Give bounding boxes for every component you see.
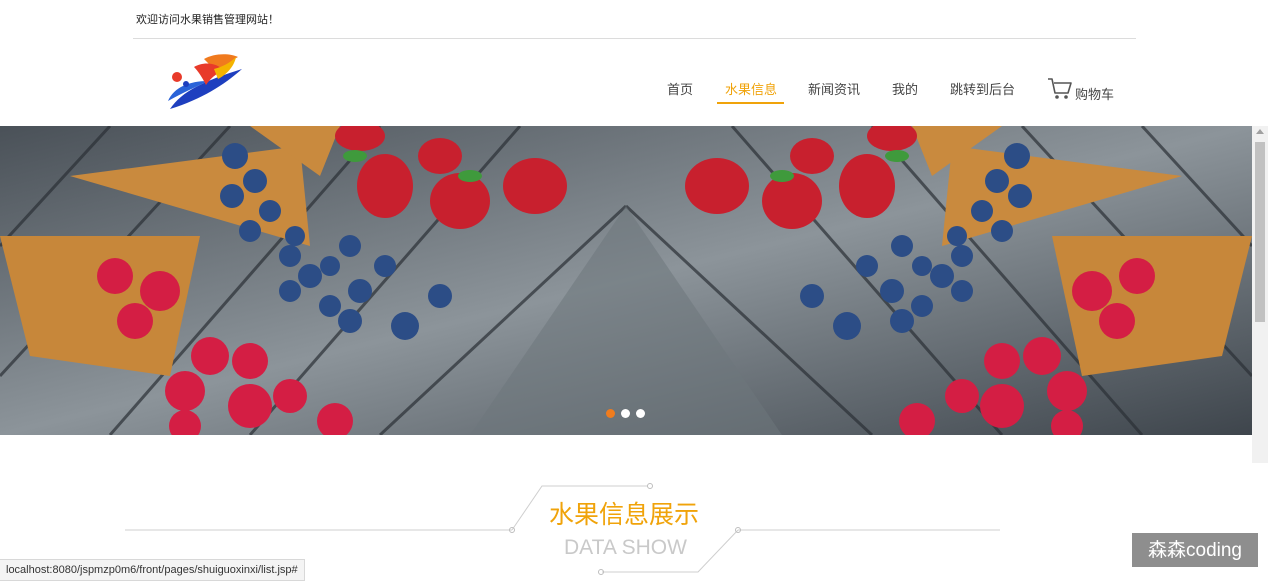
nav-item-news[interactable]: 新闻资讯 [808, 79, 860, 98]
browser-status-url: localhost:8080/jspmzp0m6/front/pages/shu… [0, 559, 305, 581]
nav-item-home[interactable]: 首页 [667, 79, 693, 98]
banner-image [0, 126, 1252, 435]
cart-label: 购物车 [1075, 88, 1115, 103]
scroll-up-arrow-icon[interactable] [1256, 129, 1264, 134]
carousel-dot-3[interactable] [636, 409, 645, 418]
nav-item-mine[interactable]: 我的 [892, 79, 918, 98]
section-subtitle: DATA SHOW [564, 536, 687, 559]
top-bar: 欢迎访问水果销售管理网站！ [133, 0, 1136, 39]
cart-link[interactable]: 购物车 [1047, 77, 1114, 103]
cart-icon [1048, 78, 1072, 99]
site-header: 首页 水果信息 新闻资讯 我的 跳转到后台 购物车 [0, 39, 1268, 126]
nav-item-backend[interactable]: 跳转到后台 [950, 79, 1015, 98]
carousel-dot-2[interactable] [621, 409, 630, 418]
active-nav-indicator [717, 102, 784, 104]
section-title: 水果信息展示 [549, 500, 700, 529]
watermark: 森森coding [1132, 533, 1258, 567]
page-scrollbar[interactable] [1252, 126, 1268, 463]
banner-carousel[interactable] [0, 126, 1252, 435]
carousel-dot-1[interactable] [606, 409, 615, 418]
scroll-thumb[interactable] [1255, 142, 1265, 322]
nav-item-fruit-info[interactable]: 水果信息 [725, 79, 777, 98]
logo-icon[interactable] [164, 51, 246, 113]
welcome-text: 欢迎访问水果销售管理网站！ [136, 13, 279, 26]
